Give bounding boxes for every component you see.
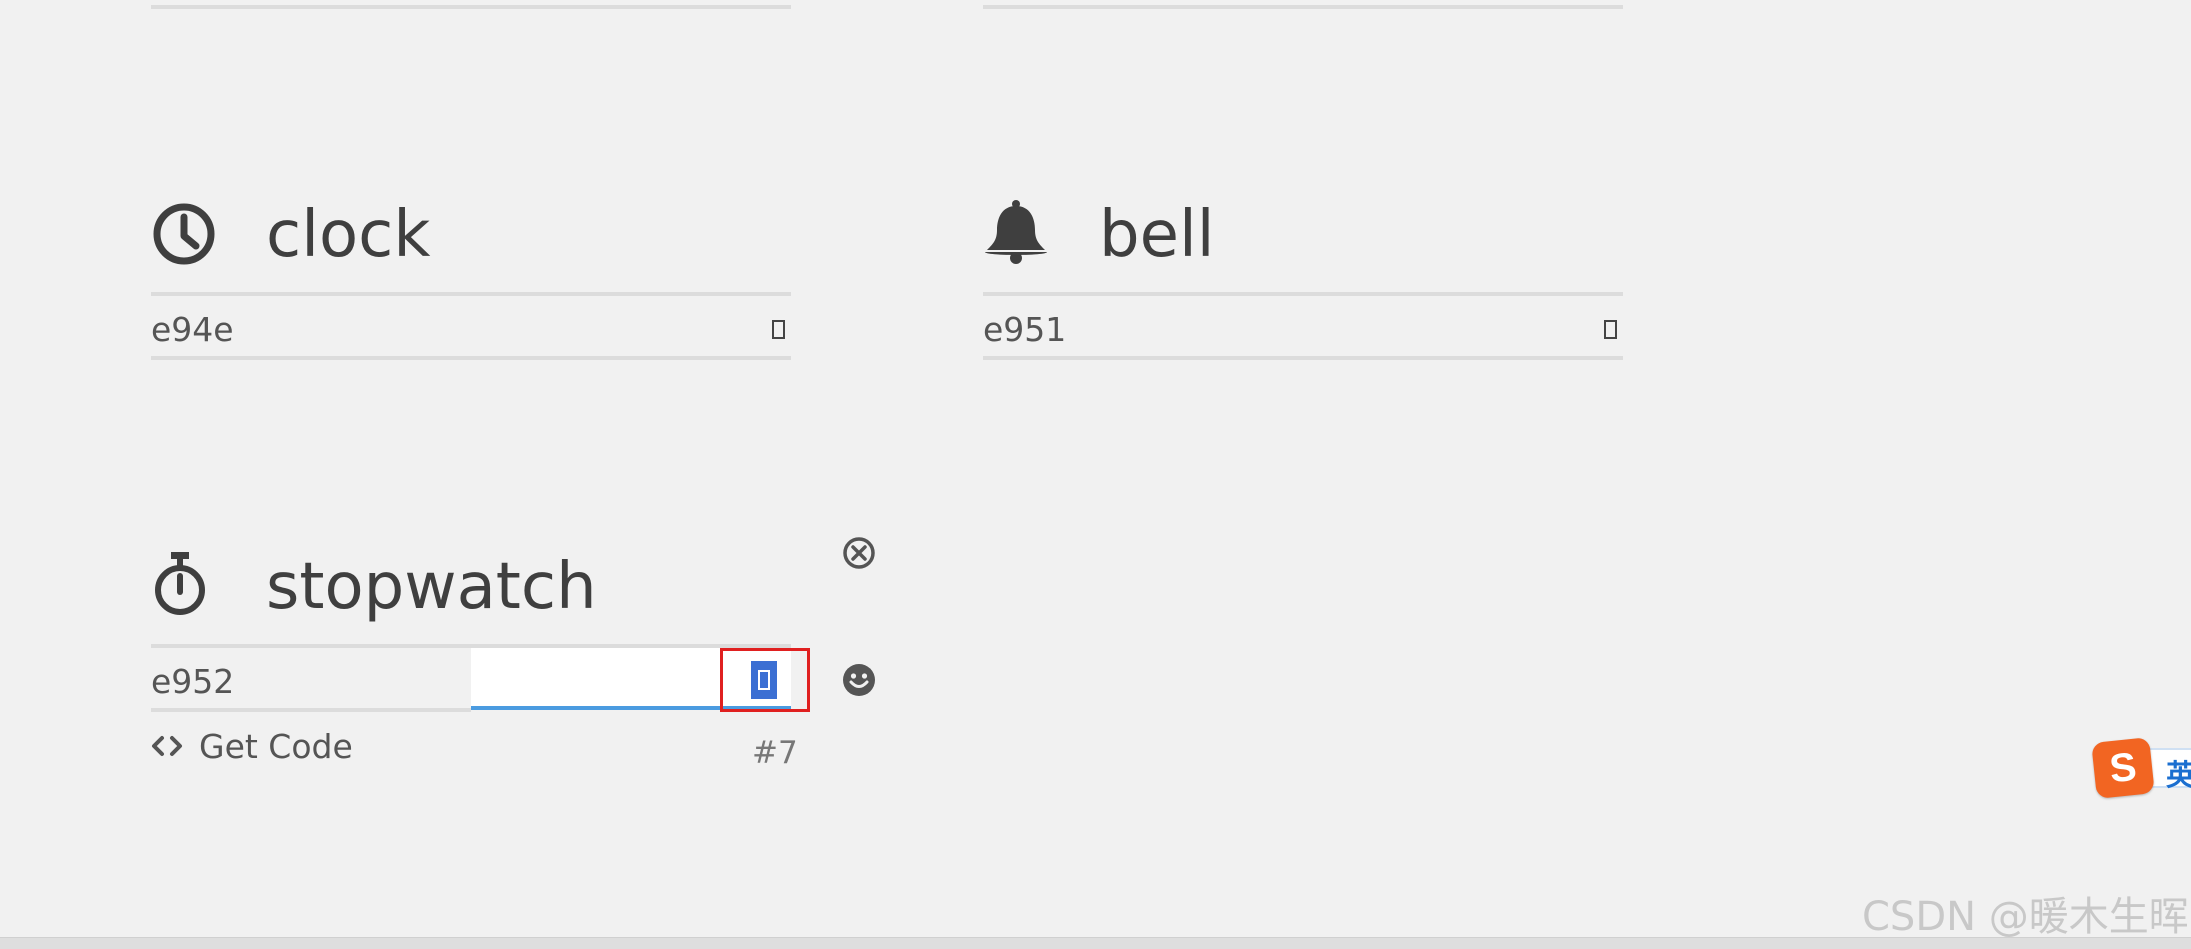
divider-top-left bbox=[151, 5, 791, 9]
divider bbox=[151, 356, 791, 360]
code-icon bbox=[152, 736, 182, 756]
glyph-code: e94e bbox=[151, 310, 234, 349]
divider bbox=[983, 356, 1623, 360]
divider bbox=[151, 708, 471, 712]
get-code-label: Get Code bbox=[199, 726, 353, 766]
divider bbox=[983, 292, 1623, 296]
glyph-name: bell bbox=[1099, 198, 1215, 272]
stopwatch-icon bbox=[155, 552, 205, 615]
close-icon[interactable] bbox=[842, 536, 876, 570]
glyph-preview-icon bbox=[1604, 320, 1617, 339]
glyph-code: e952 bbox=[151, 662, 235, 701]
glyph-name: clock bbox=[266, 198, 431, 272]
selected-glyph-icon bbox=[751, 661, 777, 699]
clock-icon bbox=[153, 203, 215, 265]
get-code-link[interactable]: Get Code bbox=[151, 726, 353, 766]
smiley-icon[interactable] bbox=[842, 663, 876, 697]
ime-language-label: 英 bbox=[2166, 758, 2191, 792]
glyph-index: #7 bbox=[752, 735, 798, 771]
glyph-name: stopwatch bbox=[266, 550, 597, 624]
glyph-code: e951 bbox=[983, 310, 1067, 349]
ime-badge[interactable]: S 英 bbox=[2091, 737, 2191, 799]
divider-top-right bbox=[983, 5, 1623, 9]
divider bbox=[151, 292, 791, 296]
horizontal-scrollbar[interactable] bbox=[0, 937, 2191, 949]
watermark: CSDN @暖木生晖 bbox=[1862, 894, 2189, 940]
bell-icon bbox=[985, 200, 1047, 264]
glyph-preview-icon bbox=[772, 320, 785, 339]
sogou-ime-icon: S bbox=[2091, 737, 2155, 799]
